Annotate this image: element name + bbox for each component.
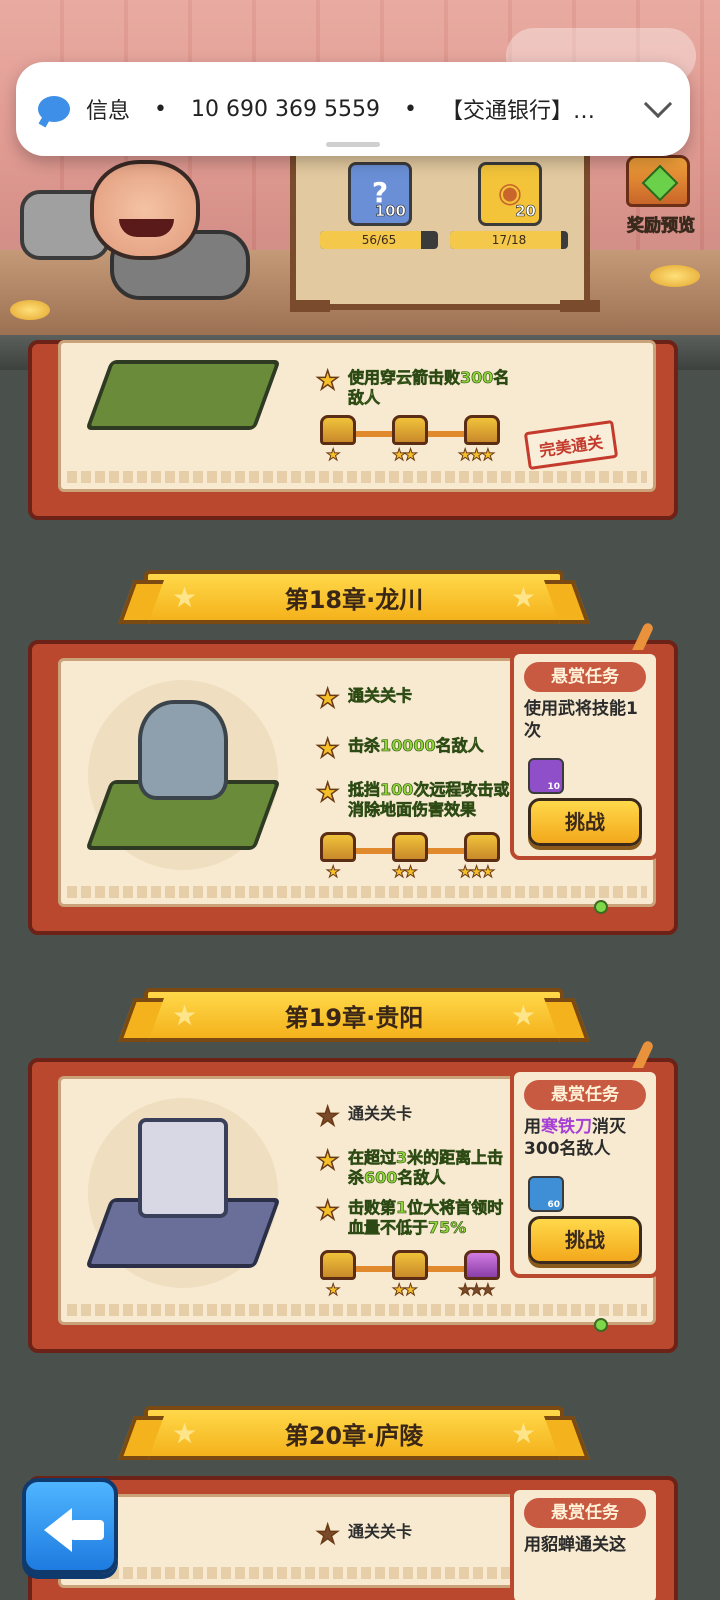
chapter-banner: ★ 第20章·庐陵 ★ [144,1406,564,1460]
bounty-description: 用寒铁刀消灭300名敌人 [524,1117,626,1159]
chapter-title: 第20章·庐陵 [284,1421,424,1450]
reward-chest-icon[interactable] [392,415,428,445]
chapter-title: 第18章·龙川 [284,585,424,614]
reward-chest-icon[interactable] [464,832,500,862]
bounty-task-tag: 悬赏任务 使用武将技能1次 10 挑战 [510,650,660,860]
rock-formation [138,700,228,800]
bounty-description: 用貂蝉通关这 [524,1535,626,1555]
star-icon: ★ [315,366,340,396]
mystery-gem-icon: ? [371,176,389,209]
objective: ★ 通关关卡 [315,684,413,714]
hero-face [90,160,200,260]
objective: ★ 使用穿云箭击败300名敌人 [315,366,510,407]
notification-app: 信息 [86,99,131,124]
star-icon: ★ [315,684,340,714]
star-icon: ★ [510,999,536,1032]
back-button[interactable] [22,1478,118,1574]
bounty-task-tag: 悬赏任务 用貂蝉通关这 [510,1486,660,1600]
objective: ★ 通关关卡 [315,1520,413,1550]
star-icon: ★ [315,778,340,808]
bounty-header: 悬赏任务 [524,1080,646,1110]
reward-preview-label: 奖励预览 [627,216,696,237]
resource-progress-text: 17/18 [491,233,527,247]
bounty-header: 悬赏任务 [524,662,646,692]
gold-coins-icon [650,265,700,287]
star-icon: ★ [172,1417,198,1450]
reward-chest-icon[interactable] [464,415,500,445]
chapter-island [85,1098,281,1288]
challenge-button[interactable]: 挑战 [528,798,642,846]
gold-coins-icon [10,300,50,320]
objective: ★ 通关关卡 [315,1102,413,1132]
treasure-chest-icon [626,155,690,207]
resource-progress-bar: 56/65 [320,231,438,249]
chapter-card: ★ 通关关卡 ★ 击杀10000名敌人 ★ 抵挡100次远程攻击或消除地面伤害效… [28,621,678,935]
notification-sender: 10 690 369 5559 [191,96,380,122]
weapon-name: 寒铁刀 [541,1117,592,1137]
resource-progress-bar: 17/18 [450,231,568,249]
star-icon: ★ [315,734,340,764]
objective: ★ 抵挡100次远程攻击或消除地面伤害效果 [315,778,510,819]
star-icon: ★ [315,1102,340,1132]
bounty-task-tag: 悬赏任务 用寒铁刀消灭300名敌人 60 挑战 [510,1068,660,1278]
message-icon [38,96,70,122]
resource-progress-text: 56/65 [361,233,397,247]
chapter-card: ★ 通关关卡 ★ 在超过3米的距离上击杀600名敌人 ★ 击败第1位大将首领时血… [28,1039,678,1353]
objective: ★ 击杀10000名敌人 [315,734,484,764]
star-icon: ★ [510,581,536,614]
reward-chest-icon[interactable] [392,832,428,862]
reward-chest-icon[interactable] [464,1250,500,1280]
chapter-card: ★ 使用穿云箭击败300名敌人 ★ ★★ ★★★ 完美通关 [28,340,678,520]
hero-character [10,150,270,300]
chapter-banner: ★ 第19章·贵阳 ★ [144,988,564,1042]
notification-preview: 【交通银行】… [440,99,595,124]
arrow-left-icon [44,1508,72,1552]
reward-chest-icon[interactable] [320,415,356,445]
star-icon: ★ [172,999,198,1032]
chevron-down-icon[interactable] [643,89,673,119]
notification-handle [326,142,380,147]
reward-chests: ★ ★★ ★★★ [320,1250,510,1300]
star-icon: ★ [315,1196,340,1226]
reward-item-icon[interactable]: 10 [528,758,564,794]
war-drum-icon: ◉ [497,176,523,209]
star-icon: ★ [315,1146,340,1176]
objective: ★ 击败第1位大将首领时血量不低于75% [315,1196,504,1237]
jade-bead-icon [594,900,608,914]
star-icon: ★ [315,1520,340,1550]
bounty-header: 悬赏任务 [524,1498,646,1528]
reward-chest-icon[interactable] [320,832,356,862]
chapter-card: ★ 通关关卡 悬赏任务 用貂蝉通关这 [28,1476,678,1600]
chapter-island [85,680,281,870]
resource-mystery-gem[interactable]: ? 100 [348,162,412,226]
chapter-title: 第19章·贵阳 [284,1003,424,1032]
challenge-button[interactable]: 挑战 [528,1216,642,1264]
reward-chest-icon[interactable] [320,1250,356,1280]
jade-bead-icon [594,1318,608,1332]
resource-board: ? 100 56/65 ◉ 20 17/18 [290,150,590,310]
bounty-description: 使用武将技能1次 [524,699,638,741]
chapter-island [85,320,281,500]
chapter-banner: ★ 第18章·龙川 ★ [144,570,564,624]
reward-preview-button[interactable]: 奖励预览 [606,155,716,240]
hero-avatar-icon[interactable]: 60 [528,1176,564,1212]
objective: ★ 在超过3米的距离上击杀600名敌人 [315,1146,504,1187]
reward-chests: ★ ★★ ★★★ [320,832,510,882]
star-icon: ★ [172,581,198,614]
resource-war-drum[interactable]: ◉ 20 [478,162,542,226]
star-icon: ★ [510,1417,536,1450]
reward-chests: ★ ★★ ★★★ [320,415,510,465]
pavilion-building [138,1118,228,1218]
reward-chest-icon[interactable] [392,1250,428,1280]
